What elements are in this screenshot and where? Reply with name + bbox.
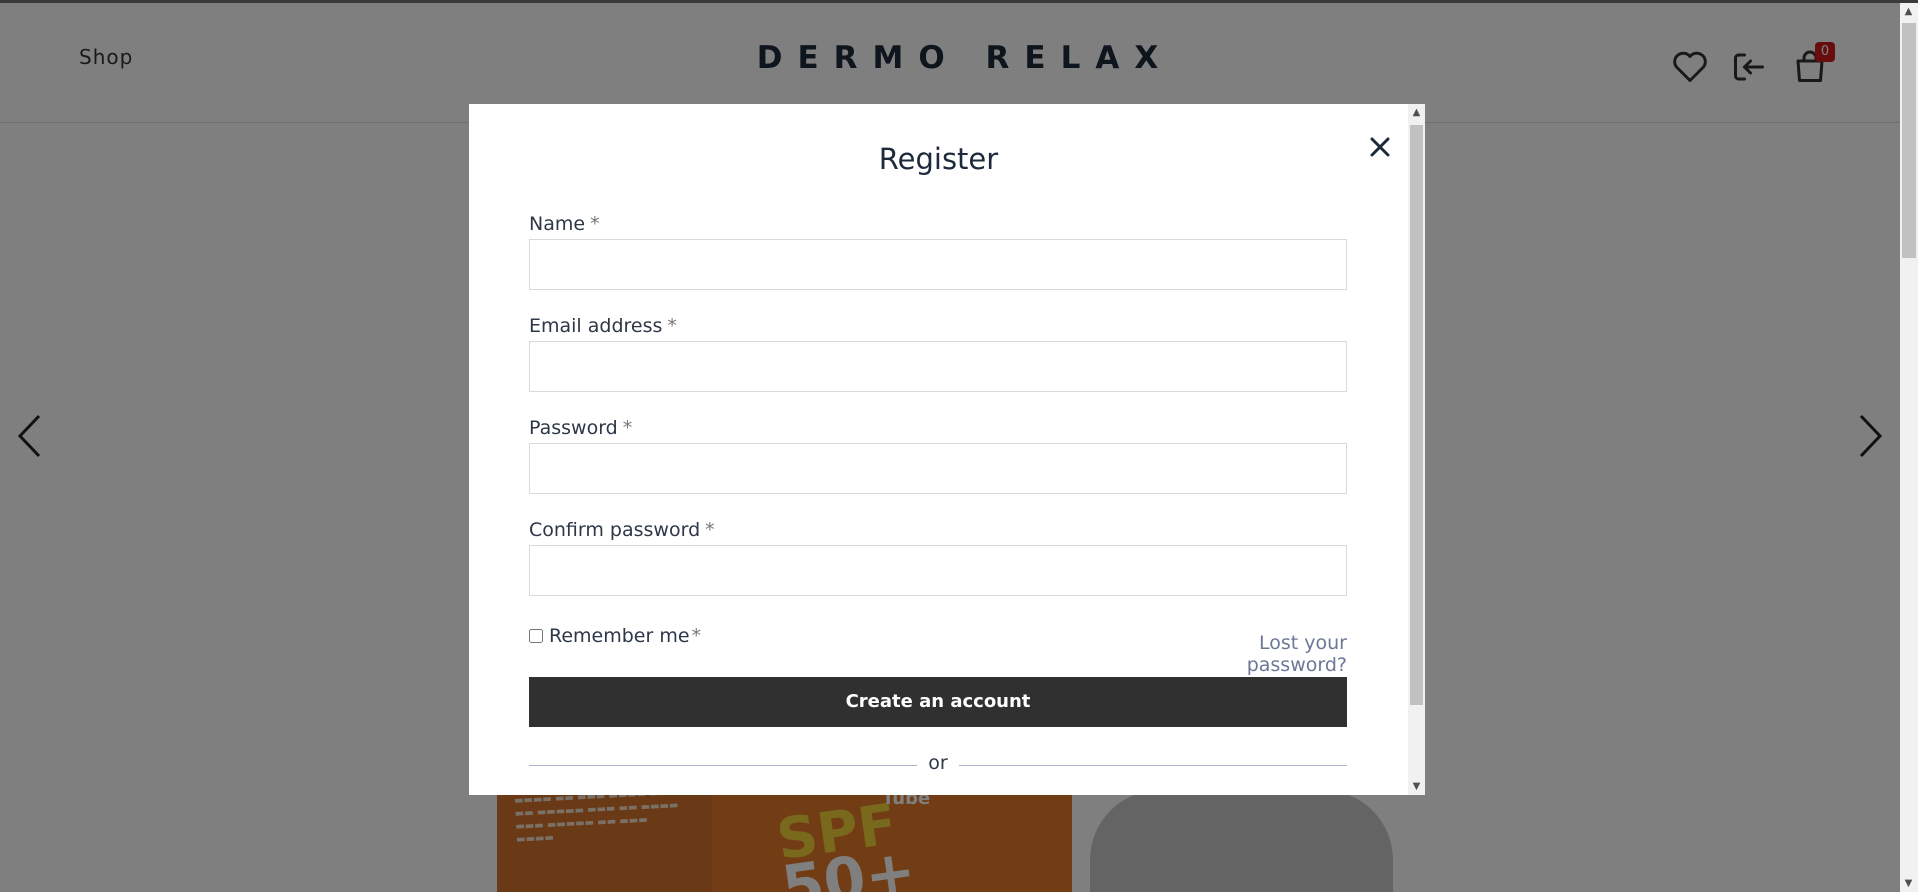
or-divider-text: or xyxy=(928,752,948,774)
modal-scroll-thumb[interactable] xyxy=(1410,125,1423,705)
page-scroll-up-icon[interactable]: ▲ xyxy=(1900,3,1917,20)
name-label: Name * xyxy=(529,213,600,235)
window-top-border xyxy=(0,0,1918,3)
password-field[interactable] xyxy=(529,443,1347,494)
remember-me-checkbox[interactable] xyxy=(529,629,543,643)
or-divider-line-left xyxy=(529,765,917,766)
or-divider-line-right xyxy=(959,765,1347,766)
page-scrollbar[interactable]: ▲ ▼ xyxy=(1900,3,1918,892)
page-scroll-thumb[interactable] xyxy=(1902,23,1916,258)
email-field[interactable] xyxy=(529,341,1347,392)
name-field[interactable] xyxy=(529,239,1347,290)
page-scroll-down-icon[interactable]: ▼ xyxy=(1900,875,1917,892)
register-modal: Register Name * Email address * Password * … xyxy=(469,104,1408,795)
remember-me-label: Remember me xyxy=(549,625,690,647)
confirm-password-label: Confirm password * xyxy=(529,519,715,541)
or-divider: or xyxy=(529,750,1347,780)
confirm-password-field[interactable] xyxy=(529,545,1347,596)
create-account-button[interactable]: Create an account xyxy=(529,677,1347,727)
scroll-up-icon[interactable]: ▲ xyxy=(1408,104,1425,121)
remember-me-required-mark: * xyxy=(691,625,702,647)
remember-me[interactable]: Remember me * xyxy=(529,625,701,647)
password-label: Password * xyxy=(529,417,633,439)
modal-title: Register xyxy=(878,142,999,176)
lost-password-link[interactable]: Lost your password? xyxy=(1169,632,1347,676)
scroll-down-icon[interactable]: ▼ xyxy=(1408,778,1425,795)
email-label: Email address * xyxy=(529,315,677,337)
modal-scrollbar[interactable]: ▲ ▼ xyxy=(1408,104,1425,795)
close-icon[interactable] xyxy=(1359,126,1401,168)
